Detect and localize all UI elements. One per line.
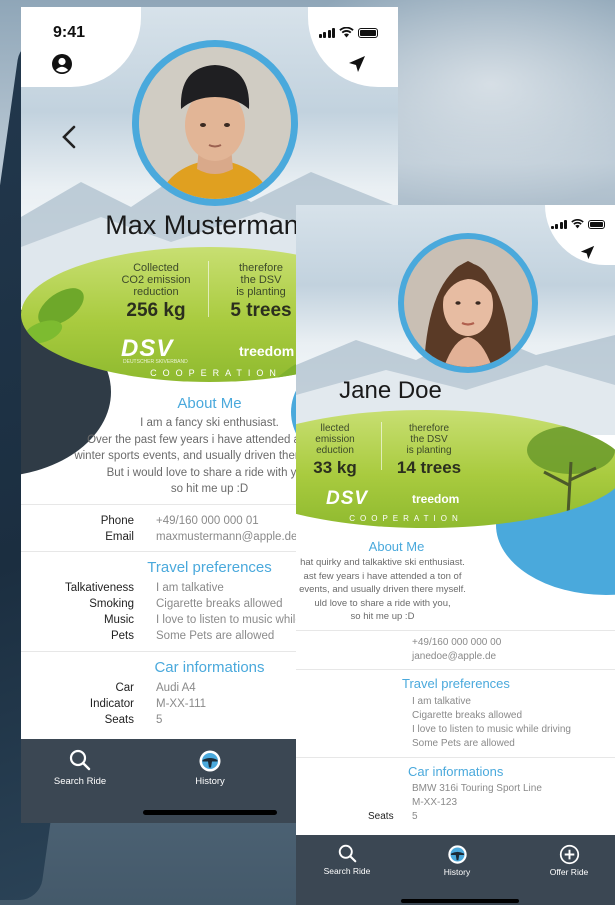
cooperation-label: COOPERATION (150, 368, 282, 378)
treedom-logo: treedom (239, 343, 295, 359)
cooperation-label: COOPERATION (349, 514, 463, 523)
plus-circle-icon (559, 844, 579, 865)
signal-icon (318, 27, 335, 38)
co2-stat: Collected CO2 emission reduction 256 kg (121, 262, 191, 322)
tab-bar: Search Ride History Offer Ride (296, 835, 615, 905)
home-indicator (401, 899, 519, 903)
profile-screen-jane: Jane Doe llected emission eduction 33 kg… (296, 205, 615, 905)
co2-stat: llected emission eduction 33 kg (313, 423, 357, 477)
eco-banner: llected emission eduction 33 kg therefor… (296, 410, 615, 528)
wifi-icon (571, 219, 584, 229)
search-icon (338, 844, 356, 863)
car-list: BMW 316i Touring Sport Line M-XX-123 5 S… (368, 782, 542, 822)
tab-history[interactable]: History (171, 749, 249, 787)
avatar-jane (398, 233, 538, 373)
about-text: hat quirky and talkaktive ski enthusiast… (299, 557, 466, 622)
location-arrow-icon[interactable] (348, 55, 366, 73)
profile-content: About Me hat quirky and talkaktive ski e… (296, 539, 615, 824)
location-arrow-icon[interactable] (580, 245, 595, 260)
phone-value: +49/160 000 000 00 (412, 636, 502, 648)
trees-stat: therefore the DSV is planting 14 trees (396, 423, 462, 477)
search-icon (69, 749, 91, 771)
phone-value: +49/160 000 000 01 (156, 514, 259, 527)
status-time: 9:41 (53, 24, 86, 41)
home-indicator (143, 810, 277, 815)
about-title: About Me (368, 539, 425, 554)
portrait-image (404, 239, 532, 367)
car-title: Car informations (408, 763, 504, 779)
tab-search-ride[interactable]: Search Ride (314, 844, 380, 876)
treedom-logo: treedom (412, 492, 460, 506)
signal-icon (550, 219, 567, 229)
portrait-image (139, 47, 291, 199)
tab-history[interactable]: History (424, 844, 490, 877)
account-icon[interactable] (51, 53, 73, 75)
tab-search-ride[interactable]: Search Ride (41, 749, 119, 787)
tab-offer-ride[interactable]: Offer Ride (536, 844, 602, 877)
status-icons (318, 27, 378, 38)
status-icons (550, 219, 605, 229)
battery-icon (588, 219, 605, 229)
contact-block: +49/160 000 000 00 janedoe@apple.de (296, 631, 615, 669)
email-value: maxmustermann@apple.de (156, 530, 298, 543)
email-value: janedoe@apple.de (412, 650, 497, 662)
back-chevron-icon[interactable] (61, 125, 77, 149)
steering-wheel-icon (199, 750, 221, 772)
steering-wheel-icon (447, 845, 467, 864)
travel-title: Travel preferences (402, 675, 510, 691)
profile-name: Jane Doe (339, 377, 442, 404)
battery-icon (358, 27, 378, 38)
avatar-max (132, 40, 298, 206)
wifi-icon (339, 27, 354, 38)
travel-list: I am talkative Cigarette breaks allowed … (412, 695, 571, 749)
dsv-logo: DSV (326, 488, 369, 509)
